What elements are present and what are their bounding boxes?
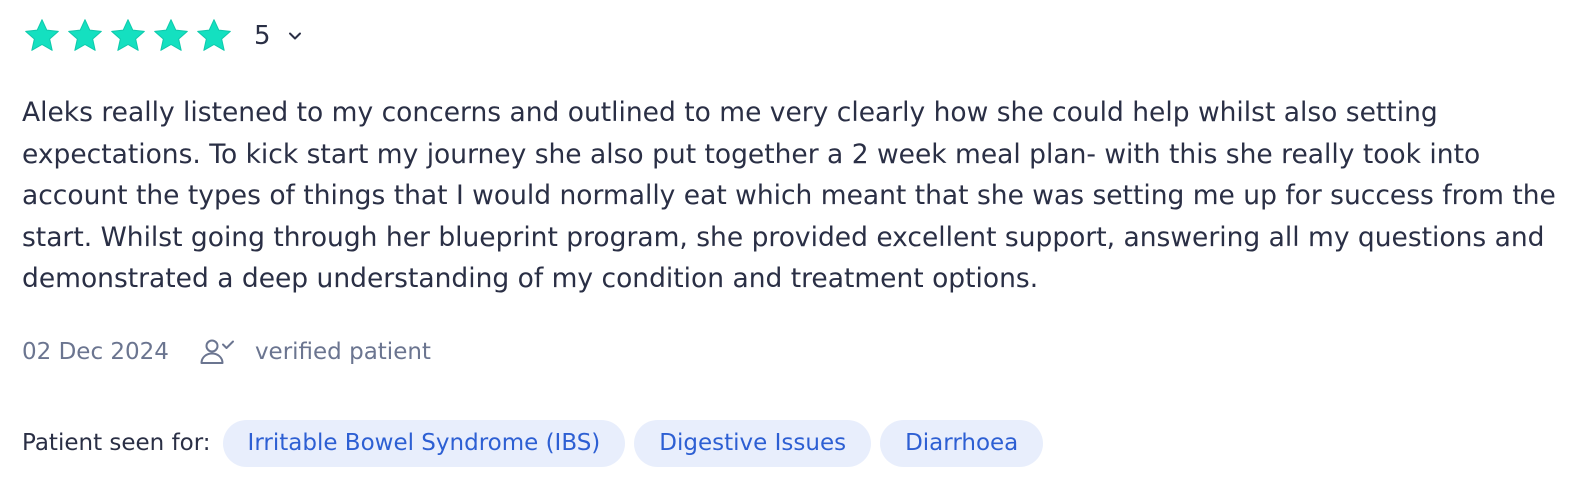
star-icon (194, 16, 234, 56)
condition-chip[interactable]: Diarrhoea (880, 419, 1044, 467)
star-icon (22, 16, 62, 56)
condition-chip[interactable]: Digestive Issues (634, 419, 872, 467)
patient-seen-for: Patient seen for: Irritable Bowel Syndro… (22, 419, 1052, 467)
user-check-icon (199, 338, 235, 366)
verified-patient-label: verified patient (254, 339, 431, 365)
review-meta: 02 Dec 2024 verified patient (22, 334, 431, 370)
chevron-down-icon[interactable] (285, 26, 305, 46)
rating-value: 5 (254, 21, 271, 51)
rating-row: 5 (22, 14, 305, 58)
review-text: Aleks really listened to my concerns and… (22, 97, 1556, 294)
star-icon (65, 16, 105, 56)
review-date: 02 Dec 2024 (22, 339, 169, 365)
star-rating (22, 16, 237, 56)
star-icon (151, 16, 191, 56)
seen-for-label: Patient seen for: (22, 430, 211, 456)
condition-chip[interactable]: Irritable Bowel Syndrome (IBS) (222, 419, 626, 467)
star-icon (108, 16, 148, 56)
